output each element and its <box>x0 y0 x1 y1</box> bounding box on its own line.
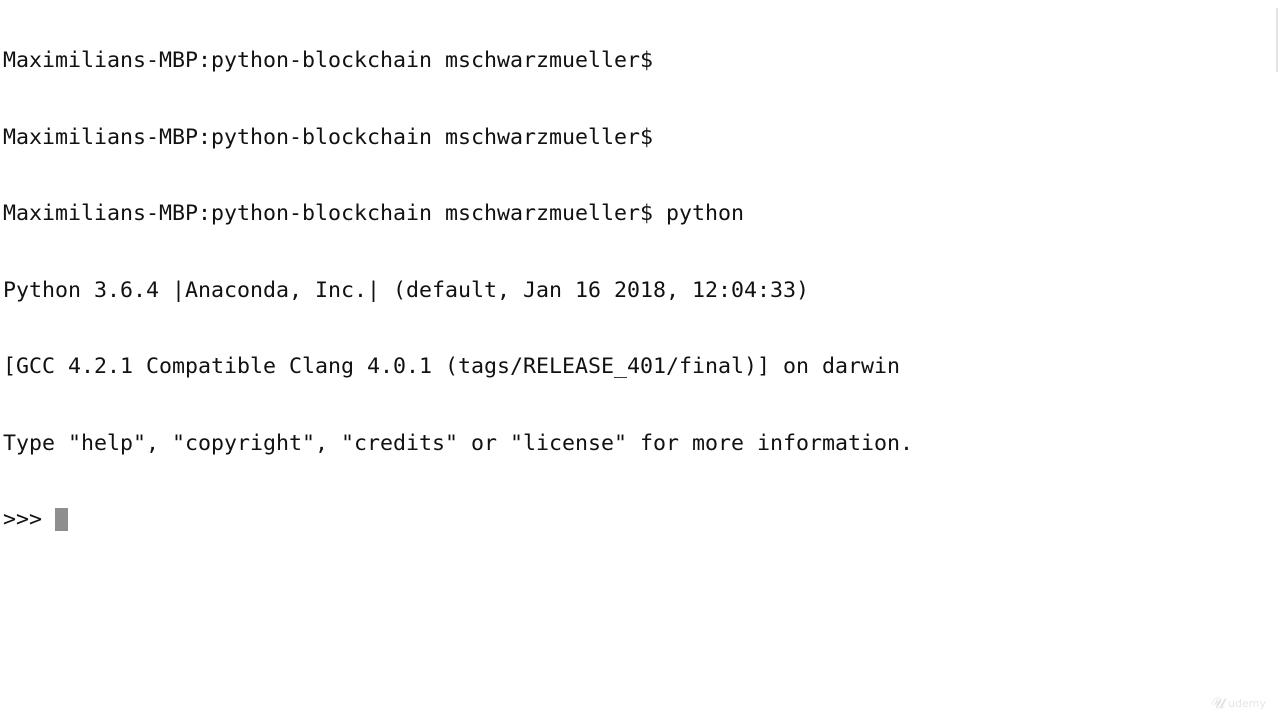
udemy-logo-icon: 𝓤 <box>1211 694 1226 712</box>
terminal-line: Python 3.6.4 |Anaconda, Inc.| (default, … <box>3 277 810 303</box>
watermark-text: udemy <box>1228 696 1266 710</box>
python-prompt: >>> <box>3 507 56 532</box>
terminal-line: Maximilians-MBP:python-blockchain mschwa… <box>3 48 654 73</box>
terminal-line: Maximilians-MBP:python-blockchain mschwa… <box>3 201 745 226</box>
terminal-output[interactable]: Maximilians-MBP:python-blockchain mschwa… <box>3 0 1280 720</box>
terminal-line: Maximilians-MBP:python-blockchain mschwa… <box>3 124 654 150</box>
text-cursor <box>55 508 69 531</box>
terminal-line: Type "help", "copyright", "credits" or "… <box>3 430 914 456</box>
terminal-line: [GCC 4.2.1 Compatible Clang 4.0.1 (tags/… <box>3 354 901 379</box>
python-prompt-line[interactable]: >>> <box>3 507 1280 533</box>
watermark-logo: 𝓤 udemy <box>1212 694 1266 712</box>
scrollbar[interactable] <box>1276 8 1278 72</box>
